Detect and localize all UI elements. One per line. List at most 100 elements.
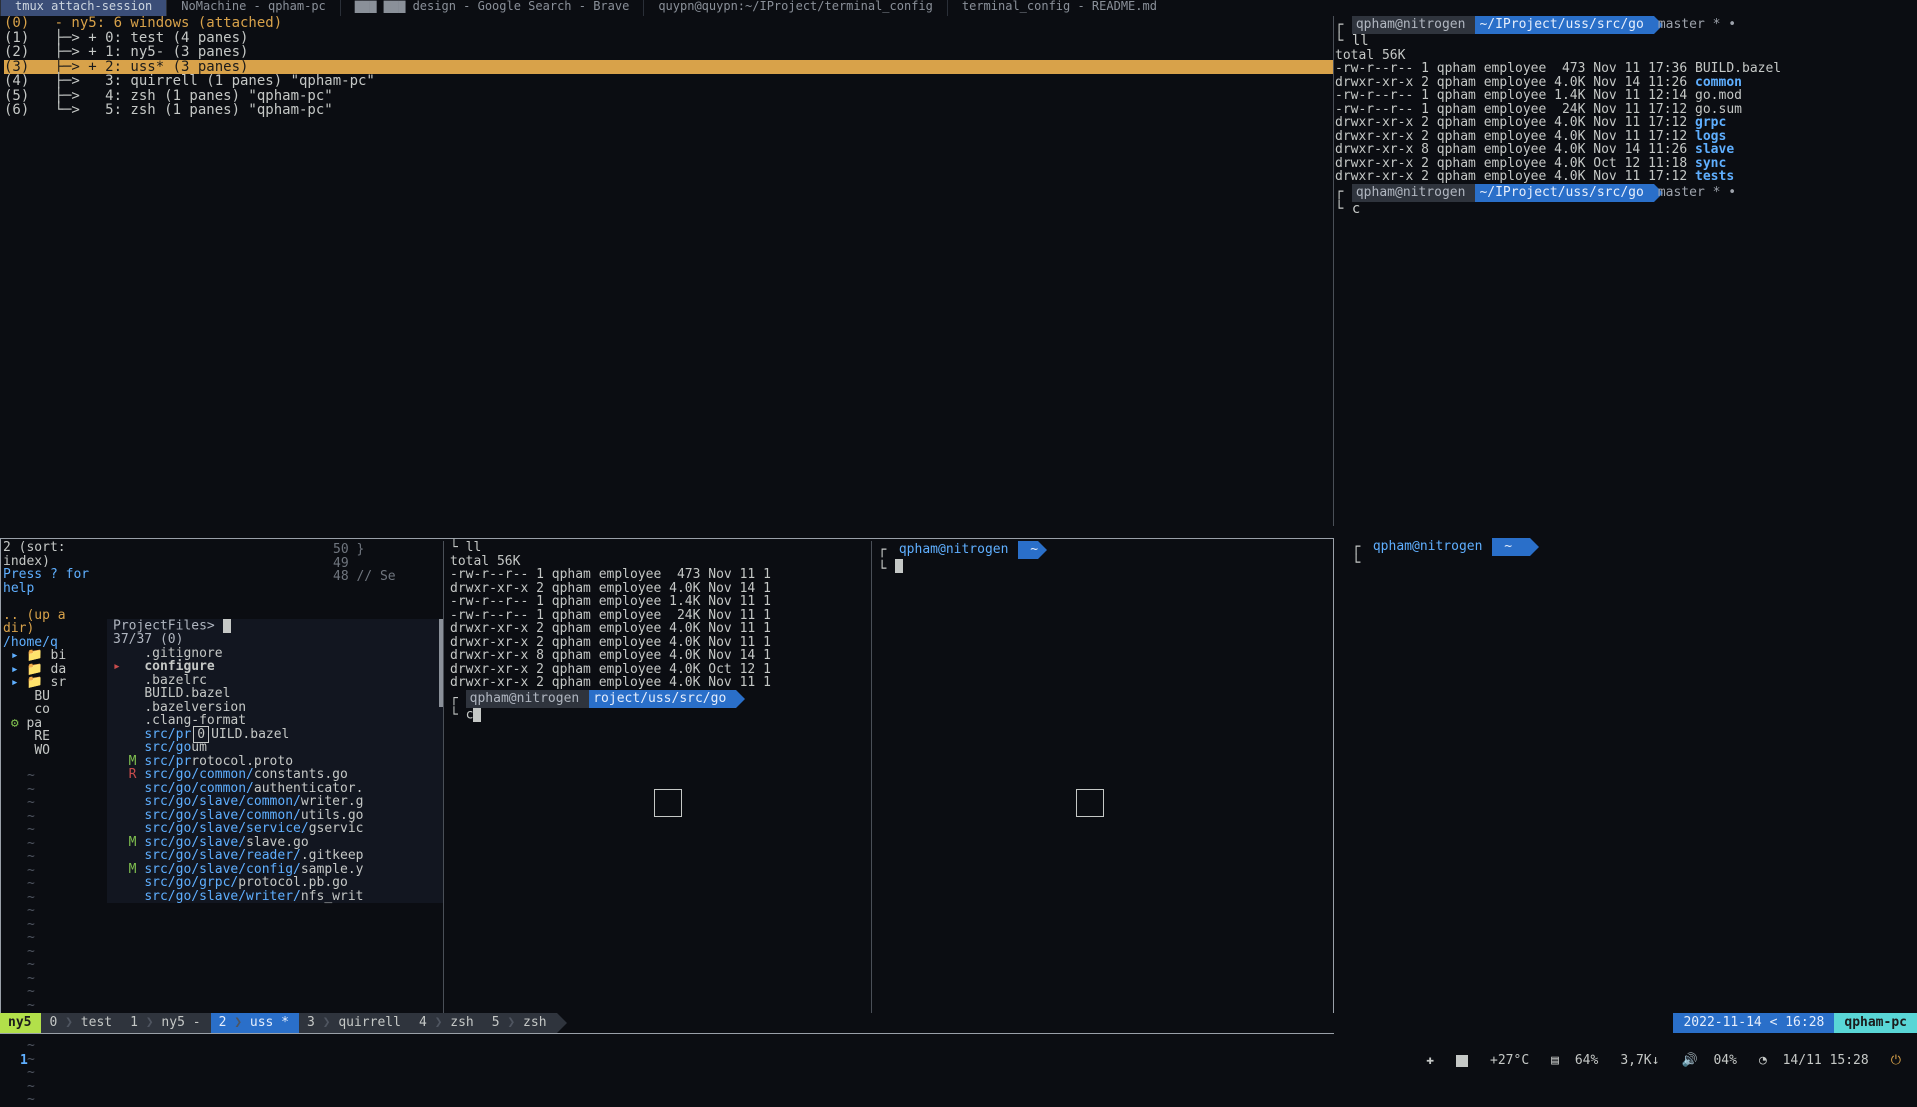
project-file-row[interactable]: src/go/slave/writer/nfs_writ [107, 890, 443, 904]
tmux-header: (0) - ny5: 6 windows (attached) [4, 16, 1333, 31]
ls-total: total 56K [1335, 49, 1917, 63]
project-file-row[interactable]: M src/go/slave/slave.go [107, 836, 443, 850]
prompt-corner-icon: ┌ [1335, 185, 1352, 200]
taskbar: tmux attach-session NoMachine - qpham-pc… [0, 0, 1917, 16]
prompt-corner-icon: └ [1352, 555, 1369, 571]
tree-item[interactable]: ▸ 📁 da [3, 663, 103, 677]
tree-item[interactable]: BU [3, 690, 103, 704]
tree-item[interactable]: ▸ 📁 sr [3, 676, 103, 690]
tree-item[interactable]: co [3, 703, 103, 717]
statusbar-window[interactable]: 3 ❯ quirrell [299, 1013, 411, 1033]
far-right-terminal-pane[interactable]: ┌ qpham@nitrogen ~ └ [1346, 538, 1916, 1034]
sort-line: 2 (sort: index) [3, 541, 103, 568]
ls-row: -rw-r--r-- 1 qpham employee 24K Nov 11 1… [1335, 103, 1917, 117]
project-files-panel[interactable]: ProjectFiles> 37/37 (0) .gitignore▸ conf… [107, 619, 443, 903]
clock-icon: ◔ [1759, 1054, 1767, 1068]
ls-row: -rw-r--r-- 1 qpham employee 1.4K Nov 11 … [1335, 89, 1917, 103]
cursor-box [654, 789, 682, 817]
editor-workspace: 2 (sort: index) Press ? for help .. (up … [0, 538, 1334, 1034]
ls-row: drwxr-xr-x 2 qpham employee 4.0K Nov 14 … [1335, 76, 1917, 90]
prompt-corner-icon: └ [450, 540, 466, 555]
statusbar-host: qpham-pc [1834, 1013, 1917, 1033]
cursor-icon [223, 619, 231, 633]
project-file-row[interactable]: R src/go/common/constants.go [107, 768, 443, 782]
ls-row: drwxr-xr-x 2 qpham employee 4.0K Nov 11 … [450, 622, 867, 636]
prompt-user: qpham@nitrogen [1352, 184, 1476, 202]
statusbar-window[interactable]: 4 ❯ zsh [411, 1013, 484, 1033]
project-file-row[interactable]: src/go/slave/common/writer.g [107, 795, 443, 809]
tray-plus-icon[interactable]: ✚ [1426, 1054, 1434, 1068]
taskbar-tab[interactable]: tmux attach-session [0, 0, 166, 16]
project-file-row[interactable]: src/go/slave/service/gservic [107, 822, 443, 836]
project-file-row[interactable]: M src/go/slave/config/sample.y [107, 863, 443, 877]
tree-item[interactable]: RE [3, 730, 103, 744]
ls-row: drwxr-xr-x 2 qpham employee 4.0K Nov 11 … [1335, 116, 1917, 130]
project-file-row[interactable]: src/go/slave/common/utils.go [107, 809, 443, 823]
tmux-window-row[interactable]: (6) └─> 5: zsh (1 panes) "qpham-pc" [4, 103, 1333, 118]
prompt-corner-icon: └ [878, 561, 895, 577]
project-file-row[interactable]: M src/prrotocol.proto [107, 755, 443, 769]
mid-terminal-pane[interactable]: └ ll total 56K -rw-r--r-- 1 qpham employ… [443, 541, 867, 1033]
prompt-path: ~/IProject/uss/src/go [1475, 184, 1653, 202]
right-small-terminal-pane[interactable]: ┌ qpham@nitrogen ~ └ [871, 541, 1331, 1033]
statusbar-window[interactable]: 2 ❯ uss * [211, 1013, 299, 1033]
prompt-corner-icon: ┌ [1352, 540, 1369, 555]
session-name[interactable]: ny5 [0, 1013, 41, 1033]
prompt-path: ~ [1018, 541, 1038, 559]
tray-datetime: ◔ 14/11 15:28 [1759, 1054, 1869, 1068]
tree-item[interactable]: ⚙ pa [3, 717, 103, 731]
taskbar-tab[interactable]: quypn@quypn:~/IProject/terminal_config [643, 0, 947, 16]
tmux-window-row-selected[interactable]: (3) ├─> + 2: uss* (3 panes) [4, 60, 1333, 75]
tray-power-icon[interactable]: ⏻ [1891, 1054, 1901, 1068]
prompt-path: ~/IProject/uss/src/go [1475, 16, 1653, 34]
command: ll [1352, 33, 1369, 49]
project-file-row[interactable]: src/go/common/authenticator. [107, 782, 443, 796]
tray-volume[interactable]: 🔊 04% [1681, 1054, 1737, 1068]
ls-row: drwxr-xr-x 2 qpham employee 4.0K Oct 12 … [1335, 157, 1917, 171]
project-file-row[interactable]: .bazelversion [107, 701, 443, 715]
ls-output: -rw-r--r-- 1 qpham employee 473 Nov 11 1… [450, 568, 867, 690]
project-file-row[interactable]: .bazelrc [107, 674, 443, 688]
statusbar-window[interactable]: 0 ❯ test [41, 1013, 122, 1033]
project-file-row[interactable]: src/pr0UILD.bazel [107, 728, 443, 742]
tree-item[interactable]: ▸ 📁 bi [3, 649, 103, 663]
up-a-dir[interactable]: .. (up a dir) [3, 609, 103, 636]
project-file-row[interactable]: .clang-format [107, 714, 443, 728]
ls-row: drwxr-xr-x 2 qpham employee 4.0K Nov 14 … [450, 582, 867, 596]
tmux-status-bar: ny5 0 ❯ test1 ❯ ny5 -2 ❯ uss *3 ❯ quirre… [0, 1013, 1917, 1033]
volume-icon: 🔊 [1681, 1054, 1697, 1068]
project-file-row[interactable]: src/go/slave/reader/.gitkeep [107, 849, 443, 863]
project-file-row[interactable]: src/goum [107, 741, 443, 755]
prompt-corner-icon: ┌ [878, 543, 895, 558]
project-file-row[interactable]: ▸ configure [107, 660, 443, 674]
project-file-row[interactable]: src/go/grpc/protocol.pb.go [107, 876, 443, 890]
project-file-row[interactable]: .gitignore [107, 647, 443, 661]
prompt-corner-icon: └ [1335, 201, 1352, 217]
project-file-row[interactable]: BUILD.bazel [107, 687, 443, 701]
code-gutter: 50 } 49 48 // Se [333, 543, 431, 584]
taskbar-tab[interactable]: NoMachine - qpham-pc [166, 0, 340, 16]
ls-output: -rw-r--r-- 1 qpham employee 473 Nov 11 1… [1335, 62, 1917, 184]
help-hint[interactable]: Press ? for help [3, 568, 103, 595]
tmux-window-row[interactable]: (1) ├─> + 0: test (4 panes) [4, 31, 1333, 46]
tmux-session-list-pane: (0) - ny5: 6 windows (attached) (1) ├─> … [0, 16, 1334, 526]
tree-item[interactable]: WO [3, 744, 103, 758]
prompt-user: qpham@nitrogen [895, 541, 1019, 559]
ls-row: -rw-r--r-- 1 qpham employee 24K Nov 11 1 [450, 609, 867, 623]
tray-window-icon[interactable] [1456, 1055, 1468, 1067]
statusbar-window[interactable]: 5 ❯ zsh [484, 1013, 557, 1033]
taskbar-tab[interactable]: terminal_config - README.md [947, 0, 1171, 16]
tree-path: /home/q [3, 636, 103, 650]
system-tray: 1 ✚ +27°C ▤ 64% 3,7K↓ 🔊 04% ◔ 14/11 15:2… [0, 1047, 1917, 1075]
prompt-corner-icon: ┌ [450, 692, 466, 706]
cpu-icon: ▤ [1551, 1054, 1559, 1068]
tmux-window-row[interactable]: (2) ├─> + 1: ny5- (3 panes) [4, 45, 1333, 60]
ls-row: drwxr-xr-x 2 qpham employee 4.0K Nov 11 … [450, 636, 867, 650]
taskbar-tab[interactable]: ▇▇▇ ▇▇▇ design - Google Search - Brave [340, 0, 644, 16]
command-input[interactable]: c [1352, 201, 1360, 217]
statusbar-window[interactable]: 1 ❯ ny5 - [122, 1013, 210, 1033]
tmux-window-row[interactable]: (4) ├─> 3: quirrell (1 panes) "qpham-pc" [4, 74, 1333, 89]
workspace-indicator[interactable]: 1 [16, 1054, 28, 1068]
cursor-icon [895, 559, 903, 573]
command-input[interactable]: c [466, 707, 474, 722]
